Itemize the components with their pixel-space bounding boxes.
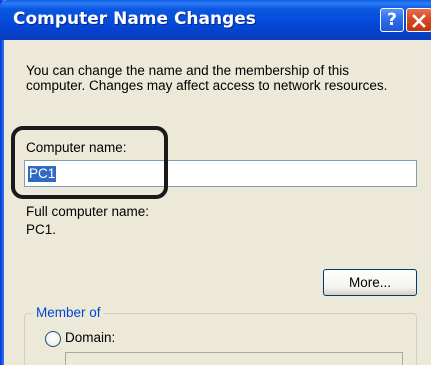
title-bar[interactable]: Computer Name Changes ? bbox=[0, 0, 431, 40]
help-icon: ? bbox=[387, 10, 397, 30]
intro-text: You can change the name and the membersh… bbox=[26, 63, 416, 93]
more-button[interactable]: More... bbox=[323, 269, 417, 296]
computer-name-changes-dialog: Computer Name Changes ? You can change t… bbox=[0, 0, 431, 365]
domain-radio[interactable] bbox=[45, 331, 61, 347]
help-button[interactable]: ? bbox=[380, 8, 404, 32]
intro-line-2: computer. Changes may affect access to n… bbox=[26, 78, 388, 93]
dialog-title: Computer Name Changes bbox=[13, 9, 256, 29]
full-computer-name-label: Full computer name: bbox=[26, 204, 150, 219]
close-icon bbox=[412, 14, 426, 28]
member-of-label: Member of bbox=[33, 305, 104, 320]
intro-line-1: You can change the name and the membersh… bbox=[26, 63, 349, 78]
domain-field[interactable] bbox=[65, 352, 403, 365]
computer-name-value: PC1 bbox=[28, 166, 57, 182]
computer-name-field[interactable]: PC1 bbox=[24, 160, 417, 187]
computer-name-label: Computer name: bbox=[26, 140, 127, 155]
domain-label[interactable]: Domain: bbox=[65, 330, 115, 345]
full-computer-name-value: PC1. bbox=[26, 222, 57, 237]
close-button[interactable] bbox=[406, 8, 431, 32]
